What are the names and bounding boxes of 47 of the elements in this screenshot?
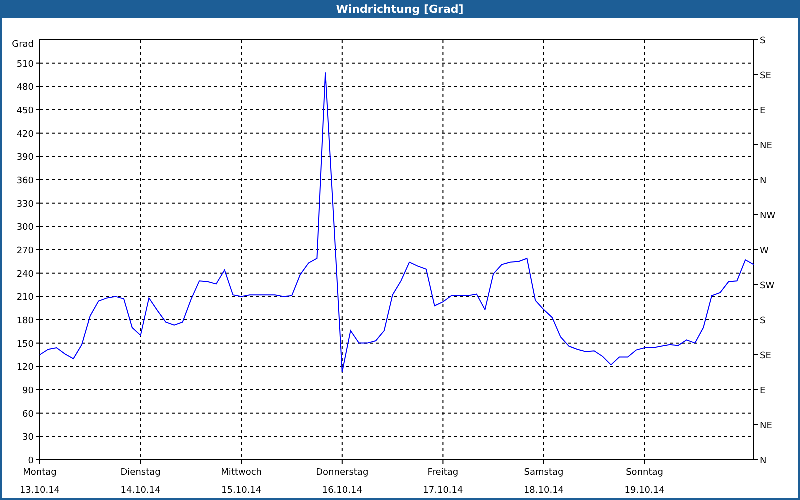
axis-label: Montag <box>23 468 57 478</box>
axis-label: S <box>760 36 766 46</box>
axis-label: 420 <box>16 130 34 140</box>
axis-label: NE <box>760 422 772 432</box>
axis-label: N <box>760 176 767 186</box>
axis-label: 360 <box>16 176 34 186</box>
axis-label: 14.10.14 <box>120 486 161 496</box>
axis-label: 30 <box>22 433 34 444</box>
axis-label: NE <box>760 142 772 152</box>
axis-label: Mittwoch <box>221 468 262 478</box>
axis-label: W <box>760 246 769 256</box>
axis-label: 510 <box>16 60 34 70</box>
axis-label: 13.10.14 <box>20 486 60 496</box>
axis-label: 150 <box>16 340 34 350</box>
axis-label: 450 <box>16 106 34 116</box>
axis-label: Freitag <box>428 468 459 478</box>
axis-label: N <box>760 456 767 466</box>
axis-label: 0 <box>28 456 34 466</box>
axis-label: Dienstag <box>120 468 161 478</box>
axis-label: 60 <box>22 410 34 420</box>
axis-label: 330 <box>16 200 34 210</box>
axis-label: 210 <box>16 293 34 304</box>
axis-title: Grad <box>12 40 34 50</box>
axis-label: 240 <box>16 270 34 280</box>
axis-label: S <box>760 316 766 326</box>
axis-label: 16.10.14 <box>322 486 362 496</box>
axis-label: 17.10.14 <box>423 486 464 496</box>
axis-label: SE <box>760 72 772 82</box>
axis-label: 120 <box>16 363 34 374</box>
axis-label: 180 <box>16 316 34 326</box>
axis-label: NW <box>760 212 776 222</box>
axis-label: 18.10.14 <box>524 486 564 496</box>
window-title: Windrichtung [Grad] <box>0 0 800 18</box>
axis-label: 300 <box>16 223 34 234</box>
axis-label: 19.10.14 <box>624 486 665 496</box>
axis-label: E <box>760 106 766 116</box>
axis-label: Donnerstag <box>316 468 369 478</box>
axis-label: 390 <box>16 153 34 164</box>
axis-label: 480 <box>16 83 34 94</box>
axis-label: 270 <box>16 246 34 256</box>
axis-label: 90 <box>22 386 34 396</box>
axis-label: Samstag <box>524 468 564 478</box>
axis-label: SE <box>760 352 772 362</box>
axis-label: E <box>760 386 766 396</box>
axis-label: Sonntag <box>626 468 664 478</box>
axis-label: SW <box>760 282 775 292</box>
axis-label: 15.10.14 <box>222 486 262 496</box>
